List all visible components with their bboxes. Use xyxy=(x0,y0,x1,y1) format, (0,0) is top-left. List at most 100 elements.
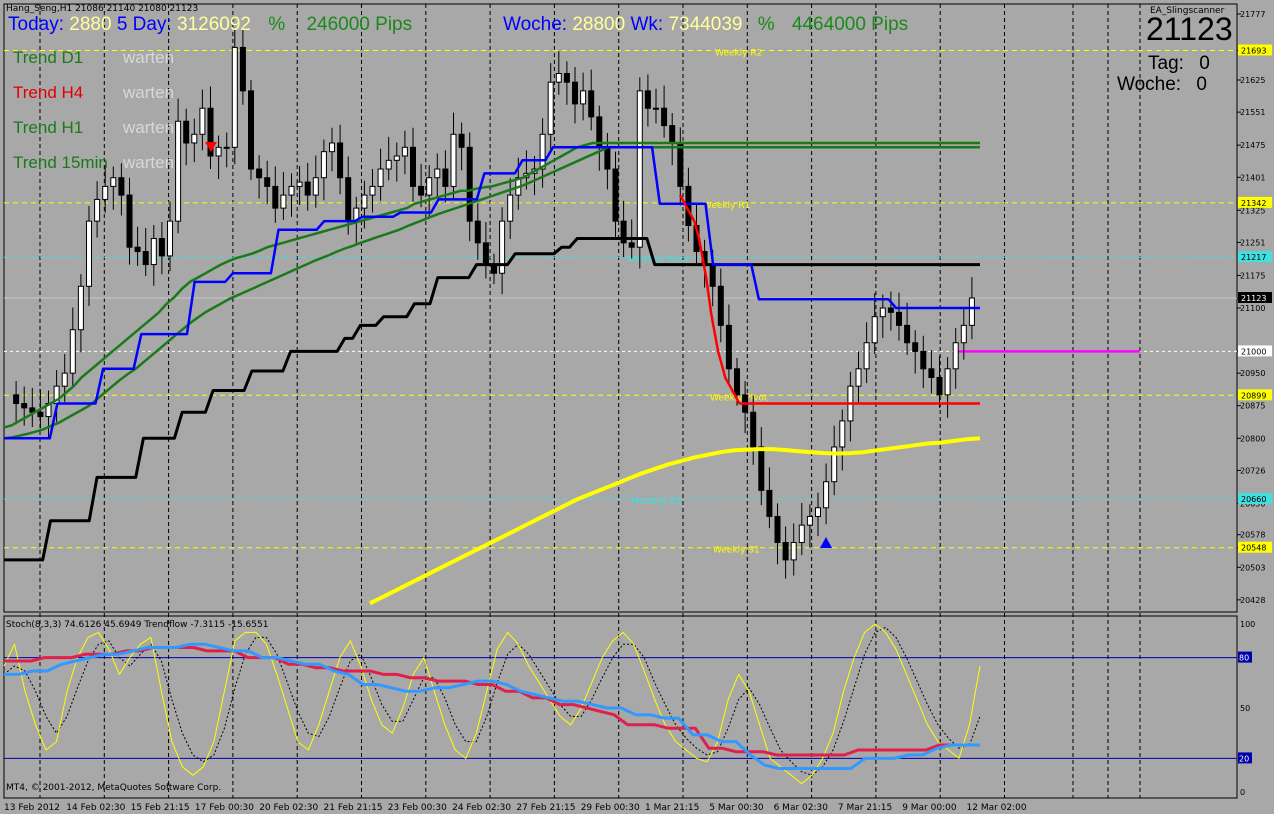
chart-canvas[interactable]: Weekly R2Weekly R1Monthly PivotWeekly Pi… xyxy=(0,0,1274,814)
candle-body xyxy=(507,194,514,222)
level-label: Weekly S1 xyxy=(713,546,760,556)
stats-line: Today: 2880 5 Day: 3126092 % 246000 Pips xyxy=(8,14,412,36)
trend-label: Trend 15min xyxy=(13,153,108,172)
candle-body xyxy=(960,324,967,344)
y-tick-label: 21175 xyxy=(1240,271,1265,280)
candle-body xyxy=(77,285,84,331)
today-label: Today: xyxy=(8,14,64,35)
candle-body xyxy=(94,198,101,222)
candle-body xyxy=(239,46,246,92)
scanner-tag: Tag: 0 xyxy=(1148,53,1210,75)
candle-body xyxy=(401,146,408,157)
candle-body xyxy=(653,107,659,110)
fiveday-label: 5 Day: xyxy=(116,14,172,35)
today-value: 2880 xyxy=(69,14,112,35)
y-tick-label: 21100 xyxy=(1240,304,1265,313)
x-tick-label: 21 Feb 21:15 xyxy=(324,803,383,813)
candle-body xyxy=(361,194,368,209)
candle-body xyxy=(191,133,198,144)
price-box-label: 21000 xyxy=(1241,347,1266,356)
trend-row-h1: Trend H1 warten xyxy=(13,110,174,145)
candle-body xyxy=(256,168,263,179)
x-tick-label: 27 Feb 21:15 xyxy=(516,803,575,813)
candle-body xyxy=(912,342,919,352)
trend-label: Trend H1 xyxy=(13,118,84,137)
candle-body xyxy=(215,146,222,157)
candle-body xyxy=(628,242,635,248)
candle-body xyxy=(563,72,570,83)
candle-body xyxy=(434,168,441,179)
candle-body xyxy=(150,238,157,266)
candle-body xyxy=(798,524,805,544)
candle-body xyxy=(183,120,190,144)
y-tick-label: 21475 xyxy=(1240,141,1265,150)
candle-body xyxy=(709,264,716,287)
candle-body xyxy=(337,142,344,179)
candle-body xyxy=(466,146,473,222)
woche-value: 0 xyxy=(1196,74,1207,95)
candle-body xyxy=(871,316,878,344)
price-box-label: 21342 xyxy=(1241,199,1266,208)
candle-body xyxy=(644,90,651,109)
pips-label-2: Pips xyxy=(871,14,909,35)
candle-body xyxy=(393,155,400,161)
trend-row-d1: Trend D1 warten xyxy=(13,40,174,75)
pips-value-2: 4464000 xyxy=(791,14,866,35)
candle-body xyxy=(920,350,927,370)
stoch-tick-label: 0 xyxy=(1240,788,1245,797)
candle-body xyxy=(547,81,554,135)
candle-body xyxy=(823,481,830,509)
x-tick-label: 29 Feb 00:30 xyxy=(581,803,640,813)
candle-body xyxy=(312,177,319,196)
candle-body xyxy=(126,194,133,248)
x-tick-label: 9 Mar 00:00 xyxy=(902,803,957,813)
y-tick-label: 21551 xyxy=(1240,108,1265,117)
candle-body xyxy=(782,542,789,561)
candle-body xyxy=(725,324,732,370)
x-tick-label: 12 Mar 02:00 xyxy=(967,803,1027,813)
x-tick-label: 5 Mar 00:30 xyxy=(709,803,764,813)
candle-body xyxy=(572,81,578,105)
woche-label: Woche: xyxy=(1117,74,1182,95)
candle-body xyxy=(669,125,676,144)
price-box-label: 20899 xyxy=(1241,391,1266,400)
price-box-label: 21217 xyxy=(1241,253,1266,262)
candle-body xyxy=(863,342,870,370)
candle-body xyxy=(118,177,125,196)
y-tick-label: 20428 xyxy=(1240,596,1265,605)
x-tick-label: 7 Mar 21:15 xyxy=(838,803,892,813)
candle-body xyxy=(320,151,327,179)
level-box-label: 20 xyxy=(1239,754,1249,763)
trend-row-15min: Trend 15min warten xyxy=(13,145,174,180)
candle-body xyxy=(928,368,935,378)
week-stats-line: Woche: 28800 Wk: 7344039 % 4464000 Pips xyxy=(503,14,908,36)
y-tick-label: 21625 xyxy=(1240,76,1265,85)
pct-sign: % xyxy=(268,14,286,35)
price-box-label: 20548 xyxy=(1241,544,1266,553)
candle-body xyxy=(887,307,894,313)
candle-body xyxy=(385,159,392,170)
y-tick-label: 20503 xyxy=(1240,563,1265,572)
trend-status: warten xyxy=(123,153,175,172)
candle-body xyxy=(774,515,781,544)
y-tick-label: 20950 xyxy=(1240,369,1265,378)
candle-body xyxy=(69,329,76,374)
candle-body xyxy=(855,368,862,387)
price-box-label: 21123 xyxy=(1241,294,1266,303)
candle-body xyxy=(879,307,886,318)
level-label: Monthly S1 xyxy=(631,497,681,507)
candle-body xyxy=(839,420,846,448)
candle-body xyxy=(175,120,182,222)
pips-label: Pips xyxy=(375,14,413,35)
candle-body xyxy=(588,90,595,118)
candle-body xyxy=(102,185,109,200)
candle-body xyxy=(968,297,975,326)
candle-body xyxy=(734,368,740,396)
symbol-info: Hang_Seng,H1 21086 21140 21080 21123 xyxy=(6,4,199,14)
trend-status: warten xyxy=(123,83,175,102)
x-tick-label: 6 Mar 02:30 xyxy=(774,803,829,813)
y-tick-label: 21251 xyxy=(1240,238,1265,247)
chart-window: Weekly R2 Weekly R1 Monthly Pivot Weekly Pi… xyxy=(0,0,1274,814)
candle-body xyxy=(612,168,619,222)
y-tick-label: 21777 xyxy=(1240,10,1265,19)
